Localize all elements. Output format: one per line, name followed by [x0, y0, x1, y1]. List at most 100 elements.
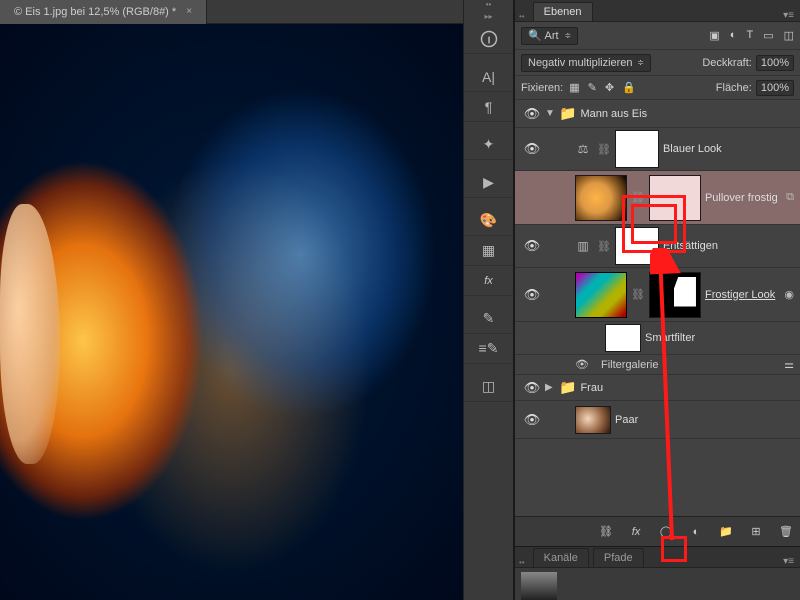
fill-value[interactable]: 100% — [756, 80, 794, 96]
blend-mode-value: Negativ multiplizieren — [528, 57, 633, 69]
document-tab-title: © Eis 1.jpg bei 12,5% (RGB/8#) * — [14, 6, 176, 18]
navigator-panel-icon[interactable]: ◫ — [464, 372, 513, 402]
layer-filter-kind-select[interactable]: 🔍 Art ≑ — [521, 27, 578, 45]
filter-shape-icon[interactable]: ▭ — [763, 29, 773, 42]
close-tab-icon[interactable]: × — [186, 6, 192, 17]
layer-mask-thumbnail[interactable] — [649, 175, 701, 221]
layer-frostiger-look[interactable]: 👁 ⛓ Frostiger Look ◉ — [515, 268, 800, 322]
layer-name[interactable]: Entsättigen — [663, 240, 718, 252]
visibility-eye-icon[interactable]: 👁 — [519, 141, 545, 157]
smartfilter-filtergalerie[interactable]: 👁 Filtergalerie ⚌ — [515, 355, 800, 375]
layer-pullover-frostig[interactable]: ⛓ Pullover frostig ⧉ — [515, 171, 800, 225]
layer-name[interactable]: Paar — [615, 414, 638, 426]
layer-name[interactable]: Frau — [580, 382, 603, 394]
layer-group-mann-aus-eis[interactable]: 👁 ▼ 📁 Mann aus Eis — [515, 100, 800, 128]
lock-paint-icon[interactable]: ✎ — [588, 81, 597, 94]
new-layer-icon[interactable]: ⊞ — [748, 525, 764, 538]
mask-link-icon[interactable]: ⛓ — [631, 288, 645, 301]
visibility-eye-icon[interactable]: 👁 — [519, 380, 545, 396]
lock-transparency-icon[interactable]: ▦ — [569, 81, 579, 94]
group-disclosure-icon[interactable]: ▶ — [545, 382, 559, 393]
fill-label: Fläche: — [716, 82, 752, 94]
link-layers-icon[interactable]: ⛓ — [598, 525, 614, 538]
actions-panel-icon[interactable]: ▶ — [464, 168, 513, 198]
visibility-eye-icon[interactable]: 👁 — [519, 412, 545, 428]
layer-name[interactable]: Pullover frostig — [705, 192, 778, 204]
panel-menu-icon[interactable]: ▾≡ — [783, 10, 794, 21]
channel-thumbnail[interactable] — [561, 572, 597, 600]
mask-link-icon[interactable]: ⛓ — [597, 143, 611, 156]
filter-kind-label: Art — [544, 30, 558, 42]
layer-name[interactable]: Blauer Look — [663, 143, 722, 155]
character-panel-icon[interactable]: A| — [464, 62, 513, 92]
mask-link-icon[interactable]: ⛓ — [631, 191, 645, 204]
layer-name[interactable]: Mann aus Eis — [580, 108, 647, 120]
kuler-panel-icon[interactable]: ✦ — [464, 130, 513, 160]
layer-thumbnail[interactable] — [575, 175, 627, 221]
filter-kind-magnify-icon: 🔍 — [528, 29, 542, 42]
panel-grip[interactable]: •• — [515, 12, 529, 21]
layers-tab[interactable]: Ebenen — [533, 2, 593, 21]
brush-presets-panel-icon[interactable]: ≡✎ — [464, 334, 513, 364]
layer-paar[interactable]: 👁 Paar — [515, 401, 800, 439]
filter-smart-icon[interactable]: ◫ — [784, 29, 794, 42]
canvas-area[interactable] — [0, 24, 463, 600]
paths-tab[interactable]: Pfade — [593, 548, 644, 567]
layer-name[interactable]: Smartfilter — [645, 332, 695, 344]
info-panel-icon[interactable]: i — [464, 24, 513, 54]
document-tab[interactable]: © Eis 1.jpg bei 12,5% (RGB/8#) * × — [0, 0, 207, 24]
adjustment-balance-icon: ⚖ — [575, 141, 591, 157]
group-disclosure-icon[interactable]: ▼ — [545, 108, 559, 119]
channel-thumbnail[interactable] — [521, 572, 557, 600]
opacity-value[interactable]: 100% — [756, 55, 794, 71]
dock-grip[interactable]: •• — [464, 0, 513, 12]
filter-adjustment-icon[interactable]: ◐ — [730, 29, 737, 42]
visibility-eye-icon[interactable]: 👁 — [519, 287, 545, 303]
svg-text:i: i — [488, 35, 490, 44]
filter-name[interactable]: Filtergalerie — [601, 359, 658, 371]
collapsed-panel-dock: •• ▸▸ i A| ¶ ✦ ▶ 🎨 ▦ fx ✎ ≡✎ ◫ — [463, 0, 514, 600]
panel-menu-icon[interactable]: ▾≡ — [783, 556, 794, 567]
channels-tab[interactable]: Kanäle — [533, 548, 589, 567]
layer-entsaettigen[interactable]: 👁 ▥ ⛓ Entsättigen — [515, 225, 800, 268]
smart-filter-toggle-icon[interactable]: ◉ — [784, 288, 794, 301]
lock-position-icon[interactable]: ✥ — [605, 81, 614, 94]
filter-settings-icon[interactable]: ⚌ — [784, 358, 794, 371]
layer-thumbnail[interactable] — [575, 272, 627, 318]
layer-mask-thumbnail[interactable] — [649, 272, 701, 318]
color-panel-icon[interactable]: 🎨 — [464, 206, 513, 236]
layer-group-frau[interactable]: 👁 ▶ 📁 Frau — [515, 375, 800, 401]
layer-smartfilter-row[interactable]: Smartfilter — [515, 322, 800, 355]
paragraph-panel-icon[interactable]: ¶ — [464, 92, 513, 122]
add-mask-icon[interactable]: ◯ — [658, 525, 674, 538]
filter-type-icon[interactable]: T — [746, 29, 753, 42]
filter-pixel-icon[interactable]: ▣ — [709, 29, 719, 42]
layers-footer: ⛓ fx ◯ ◐ 📁 ⊞ 🗑 — [515, 516, 800, 546]
layer-blauer-look[interactable]: 👁 ⚖ ⛓ Blauer Look — [515, 128, 800, 171]
styles-panel-icon[interactable]: fx — [464, 266, 513, 296]
panel-grip[interactable]: •• — [515, 558, 529, 567]
visibility-eye-icon[interactable]: 👁 — [575, 358, 595, 371]
blend-mode-select[interactable]: Negativ multiplizieren ≑ — [521, 54, 651, 72]
smart-object-icon: ⧉ — [786, 191, 794, 204]
new-group-icon[interactable]: 📁 — [718, 525, 734, 538]
visibility-eye-icon[interactable]: 👁 — [519, 238, 545, 254]
layer-mask-thumbnail[interactable] — [615, 227, 659, 265]
dock-collapse-arrows[interactable]: ▸▸ — [464, 12, 513, 24]
mask-link-icon[interactable]: ⛓ — [597, 240, 611, 253]
brush-panel-icon[interactable]: ✎ — [464, 304, 513, 334]
layer-fx-icon[interactable]: fx — [628, 526, 644, 538]
folder-icon: 📁 — [559, 379, 576, 396]
opacity-label: Deckkraft: — [702, 57, 752, 69]
lock-all-icon[interactable]: 🔒 — [622, 81, 636, 94]
swatches-panel-icon[interactable]: ▦ — [464, 236, 513, 266]
layer-thumbnail[interactable] — [575, 406, 611, 434]
layer-mask-thumbnail[interactable] — [615, 130, 659, 168]
delete-layer-icon[interactable]: 🗑 — [778, 525, 794, 538]
lock-label: Fixieren: — [521, 82, 563, 94]
layer-name[interactable]: Frostiger Look — [705, 289, 775, 301]
adjustment-layer-icon[interactable]: ◐ — [688, 526, 704, 538]
visibility-eye-icon[interactable]: 👁 — [519, 106, 545, 122]
folder-icon: 📁 — [559, 105, 576, 122]
smartfilter-mask-thumbnail[interactable] — [605, 324, 641, 352]
